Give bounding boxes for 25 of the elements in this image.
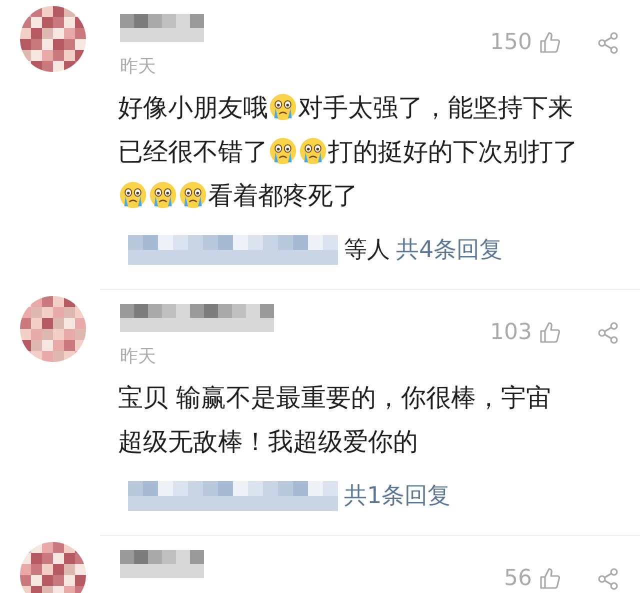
comment-text: 好像小朋友哦 对手太强了，能坚持下来 已经很不错了 打的挺好的下次别打了 看着都疼死了 [118, 91, 579, 212]
like-count: 103 [490, 320, 532, 345]
comment-text: 宝贝 输赢不是最重要的，你很棒，宇宙 超级无敌棒！我超级爱你的 [118, 382, 552, 458]
reply-names-suffix: 等人 [344, 236, 390, 265]
thumbs-up-icon[interactable] [538, 566, 562, 590]
like-count: 56 [504, 566, 532, 591]
comment-time: 昨天 [120, 55, 157, 78]
share-icon[interactable] [596, 30, 620, 54]
crying-face-icon [148, 180, 178, 210]
thumbs-up-icon[interactable] [538, 320, 562, 344]
avatar [20, 542, 86, 593]
comment-time: 昨天 [120, 345, 157, 368]
view-replies-link[interactable]: 共4条回复 [396, 234, 503, 265]
avatar [20, 6, 86, 72]
avatar [20, 296, 86, 362]
crying-face-icon [268, 136, 298, 166]
thumbs-up-icon[interactable] [538, 30, 562, 54]
like-count: 150 [490, 30, 532, 55]
view-replies-link[interactable]: 共1条回复 [344, 480, 451, 511]
share-icon[interactable] [596, 320, 620, 344]
crying-face-icon [178, 180, 208, 210]
crying-face-icon [298, 136, 328, 166]
share-icon[interactable] [596, 566, 620, 590]
crying-face-icon [118, 180, 148, 210]
crying-face-icon [268, 92, 298, 122]
